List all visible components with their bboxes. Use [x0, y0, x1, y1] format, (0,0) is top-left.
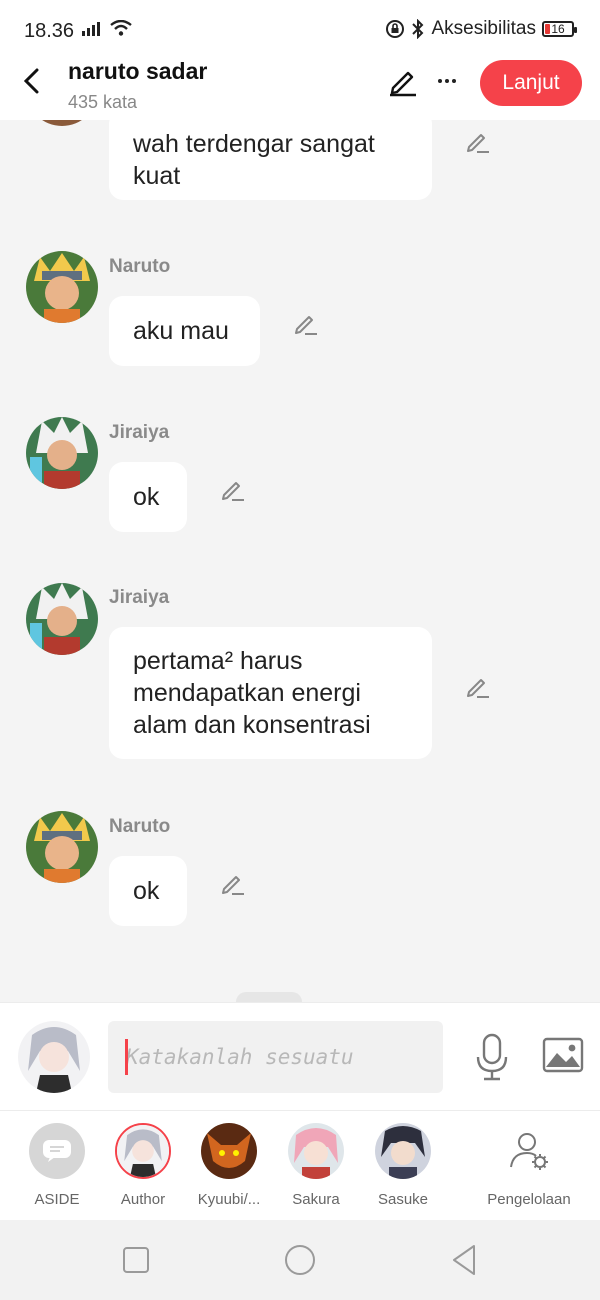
kyuubi-avatar	[201, 1123, 257, 1179]
wifi-icon	[110, 20, 132, 36]
author-avatar	[115, 1123, 171, 1179]
character-label: Author	[120, 1191, 166, 1208]
message-text: pertama² harus mendapatkan energi alam d…	[133, 647, 371, 739]
signal-icons	[82, 20, 132, 36]
microphone-icon[interactable]	[474, 1033, 510, 1081]
word-count: 435 kata	[68, 92, 138, 112]
bluetooth-icon	[412, 19, 424, 39]
chat-area[interactable]: wah terdengar sangat kuat Naruto aku mau	[0, 120, 600, 1002]
character-sakura[interactable]: Sakura	[271, 1123, 361, 1208]
status-bar: 18.36 Aksesibilitas 16	[0, 0, 600, 58]
more-options-button[interactable]	[432, 66, 462, 96]
edit-title-icon[interactable]	[386, 64, 420, 98]
author-avatar-icon	[117, 1125, 169, 1177]
next-button[interactable]: Lanjut	[480, 60, 582, 106]
app-header: naruto sadar 435 kata Lanjut	[0, 58, 600, 120]
sasuke-avatar	[375, 1123, 431, 1179]
manage-characters-button[interactable]: Pengelolaan	[478, 1123, 580, 1208]
message-bubble[interactable]: ok	[109, 856, 187, 926]
character-aside[interactable]: ASIDE	[12, 1123, 102, 1208]
avatar	[26, 120, 98, 126]
system-nav-bar	[0, 1220, 600, 1300]
message-input-bar	[0, 1002, 600, 1110]
story-title: naruto sadar	[68, 58, 208, 84]
sakura-avatar-icon	[288, 1123, 344, 1179]
avatar-naruto[interactable]	[26, 811, 98, 883]
character-label: Sasuke	[377, 1191, 429, 1208]
chat-bubble-icon	[43, 1140, 71, 1162]
avatar-naruto[interactable]	[26, 251, 98, 323]
status-right: Aksesibilitas 16	[385, 18, 577, 40]
manage-icon-wrap	[501, 1123, 557, 1179]
edit-message-icon[interactable]	[218, 475, 246, 503]
message-text: ok	[133, 483, 160, 511]
jiraiya-avatar-icon	[26, 417, 98, 489]
speaker-name: Jiraiya	[109, 422, 170, 443]
accessibility-label: Aksesibilitas	[431, 18, 536, 39]
author-avatar-icon	[18, 1021, 90, 1093]
dot	[438, 79, 442, 83]
edit-message-icon[interactable]	[463, 672, 491, 700]
character-sasuke[interactable]: Sasuke	[358, 1123, 448, 1208]
speaker-name: Naruto	[109, 256, 171, 277]
back-button[interactable]	[14, 64, 48, 98]
cell-signal-icon	[82, 22, 100, 36]
sakura-avatar	[288, 1123, 344, 1179]
kyuubi-avatar-icon	[201, 1123, 257, 1179]
lock-rotation-icon	[386, 20, 405, 38]
edit-message-icon[interactable]	[291, 309, 319, 337]
message-bubble[interactable]: aku mau	[109, 296, 260, 366]
jiraiya-avatar-icon	[26, 583, 98, 655]
image-icon[interactable]	[542, 1035, 584, 1075]
message-bubble[interactable]: pertama² harus mendapatkan energi alam d…	[109, 627, 432, 759]
message-bubble[interactable]: wah terdengar sangat kuat	[109, 120, 432, 200]
recent-apps-icon[interactable]	[118, 1242, 154, 1278]
sasuke-avatar-icon	[375, 1123, 431, 1179]
current-speaker-avatar[interactable]	[18, 1021, 90, 1093]
edit-message-icon[interactable]	[463, 127, 491, 155]
message-input[interactable]	[108, 1021, 443, 1093]
chat-editor-screen: 18.36 Aksesibilitas 16 naruto sadar 435 …	[0, 0, 600, 1300]
user-settings-icon	[510, 1133, 548, 1170]
speaker-name: Jiraiya	[109, 587, 170, 608]
text-cursor	[125, 1039, 128, 1075]
speaker-name: Naruto	[109, 816, 171, 837]
character-label: Kyuubi/...	[197, 1191, 261, 1208]
battery-icon: 16	[542, 21, 577, 37]
message-text: wah terdengar sangat kuat	[133, 130, 375, 190]
home-icon[interactable]	[282, 1242, 318, 1278]
edit-message-icon[interactable]	[218, 869, 246, 897]
battery-level: 16	[551, 22, 565, 36]
dot	[445, 79, 449, 83]
manage-label: Pengelolaan	[487, 1191, 571, 1208]
character-label: ASIDE	[34, 1191, 80, 1208]
message-bubble[interactable]: ok	[109, 462, 187, 532]
dot	[452, 79, 456, 83]
naruto-avatar-icon	[26, 811, 98, 883]
naruto-avatar-icon	[26, 251, 98, 323]
back-triangle-icon[interactable]	[446, 1242, 482, 1278]
message-text: ok	[133, 877, 160, 905]
aside-avatar	[29, 1123, 85, 1179]
character-kyuubi[interactable]: Kyuubi/...	[184, 1123, 274, 1208]
status-time: 18.36	[24, 20, 75, 42]
chevron-left-icon	[23, 68, 39, 94]
character-author[interactable]: Author	[98, 1123, 188, 1208]
character-selector: ASIDE Author Kyuubi/... Sakura Sasuke Pe…	[0, 1110, 600, 1220]
scroll-handle[interactable]	[236, 992, 302, 1002]
avatar-jiraiya[interactable]	[26, 583, 98, 655]
character-label: Sakura	[292, 1191, 340, 1208]
avatar-jiraiya[interactable]	[26, 417, 98, 489]
message-text: aku mau	[133, 317, 229, 345]
